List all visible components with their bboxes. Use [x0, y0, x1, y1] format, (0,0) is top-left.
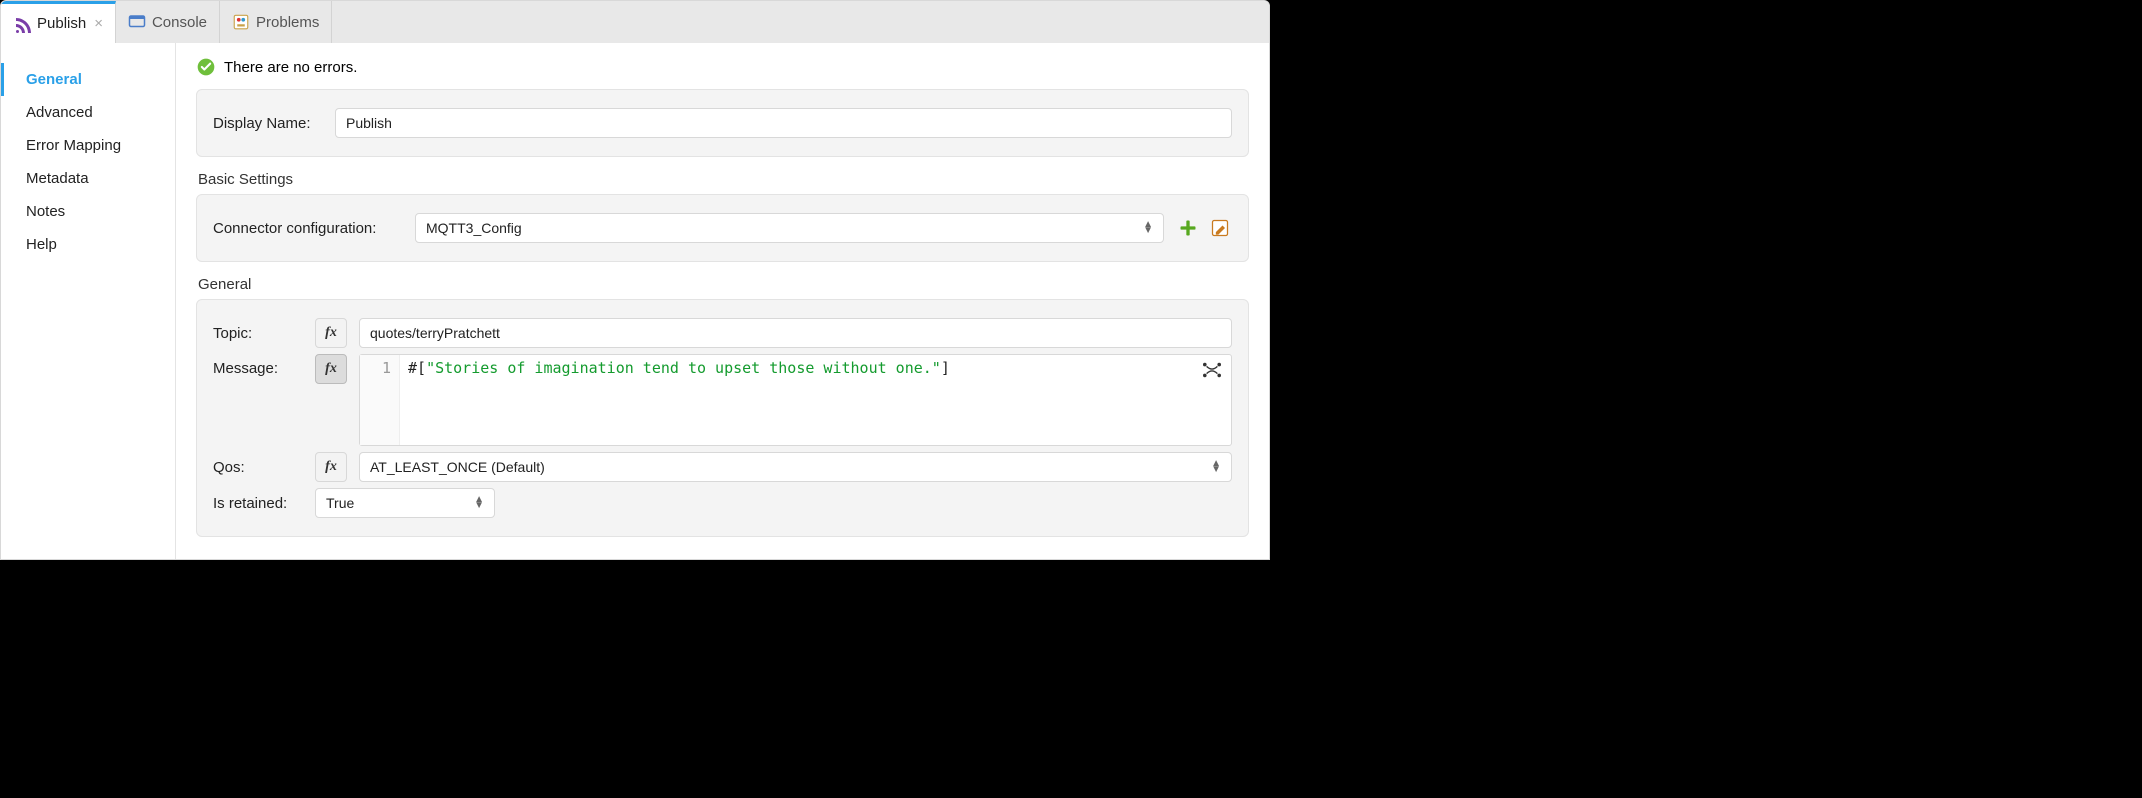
editor-body[interactable]: #["Stories of imagination tend to upset …	[400, 355, 1231, 445]
basic-settings-section: Connector configuration: MQTT3_Config ▲▼	[196, 194, 1249, 262]
connector-config-select[interactable]: MQTT3_Config ▲▼	[415, 213, 1164, 243]
editor-gutter: 1	[360, 355, 400, 445]
console-icon	[128, 13, 146, 31]
connector-config-label: Connector configuration:	[213, 220, 403, 237]
message-label: Message:	[213, 354, 303, 377]
basic-settings-title: Basic Settings	[198, 171, 1249, 188]
tab-problems[interactable]: Problems	[220, 1, 332, 43]
sidebar: General Advanced Error Mapping Metadata …	[1, 43, 176, 559]
tab-label: Console	[152, 14, 207, 31]
connector-config-value: MQTT3_Config	[426, 220, 522, 236]
fx-button-message[interactable]: fx	[315, 354, 347, 384]
updown-icon: ▲▼	[474, 497, 484, 509]
display-name-label: Display Name:	[213, 115, 323, 132]
sidebar-item-advanced[interactable]: Advanced	[1, 96, 175, 129]
add-config-button[interactable]	[1176, 216, 1200, 240]
close-icon[interactable]: ×	[94, 15, 103, 32]
display-name-section: Display Name:	[196, 89, 1249, 157]
status-text: There are no errors.	[224, 59, 357, 76]
topic-input[interactable]	[359, 318, 1232, 348]
qos-label: Qos:	[213, 459, 303, 476]
sidebar-item-metadata[interactable]: Metadata	[1, 162, 175, 195]
fx-button-qos[interactable]: fx	[315, 452, 347, 482]
retained-select[interactable]: True ▲▼	[315, 488, 495, 518]
tab-console[interactable]: Console	[116, 1, 220, 43]
qos-select[interactable]: AT_LEAST_ONCE (Default) ▲▼	[359, 452, 1232, 482]
sidebar-item-help[interactable]: Help	[1, 228, 175, 261]
updown-icon: ▲▼	[1143, 222, 1153, 234]
updown-icon: ▲▼	[1211, 461, 1221, 473]
general-section: Topic: fx Message: fx 1 #["Stories of im…	[196, 299, 1249, 537]
tab-label: Publish	[37, 15, 86, 32]
ok-icon	[196, 57, 216, 77]
tab-publish[interactable]: Publish ×	[1, 1, 116, 43]
tab-label: Problems	[256, 14, 319, 31]
sidebar-item-notes[interactable]: Notes	[1, 195, 175, 228]
retained-label: Is retained:	[213, 495, 303, 512]
general-title: General	[198, 276, 1249, 293]
retained-value: True	[326, 495, 354, 511]
qos-value: AT_LEAST_ONCE (Default)	[370, 459, 545, 475]
message-editor[interactable]: 1 #["Stories of imagination tend to upse…	[359, 354, 1232, 446]
expand-editor-icon[interactable]	[1201, 361, 1223, 379]
content-pane: There are no errors. Display Name: Basic…	[176, 43, 1269, 559]
display-name-input[interactable]	[335, 108, 1232, 138]
topic-label: Topic:	[213, 325, 303, 342]
problems-icon	[232, 13, 250, 31]
tab-bar: Publish × Console Problems	[1, 1, 1269, 43]
fx-button-topic[interactable]: fx	[315, 318, 347, 348]
sidebar-item-general[interactable]: General	[1, 63, 175, 96]
sidebar-item-error-mapping[interactable]: Error Mapping	[1, 129, 175, 162]
rss-icon	[13, 15, 31, 33]
edit-config-button[interactable]	[1208, 216, 1232, 240]
status-bar: There are no errors.	[196, 53, 1249, 89]
